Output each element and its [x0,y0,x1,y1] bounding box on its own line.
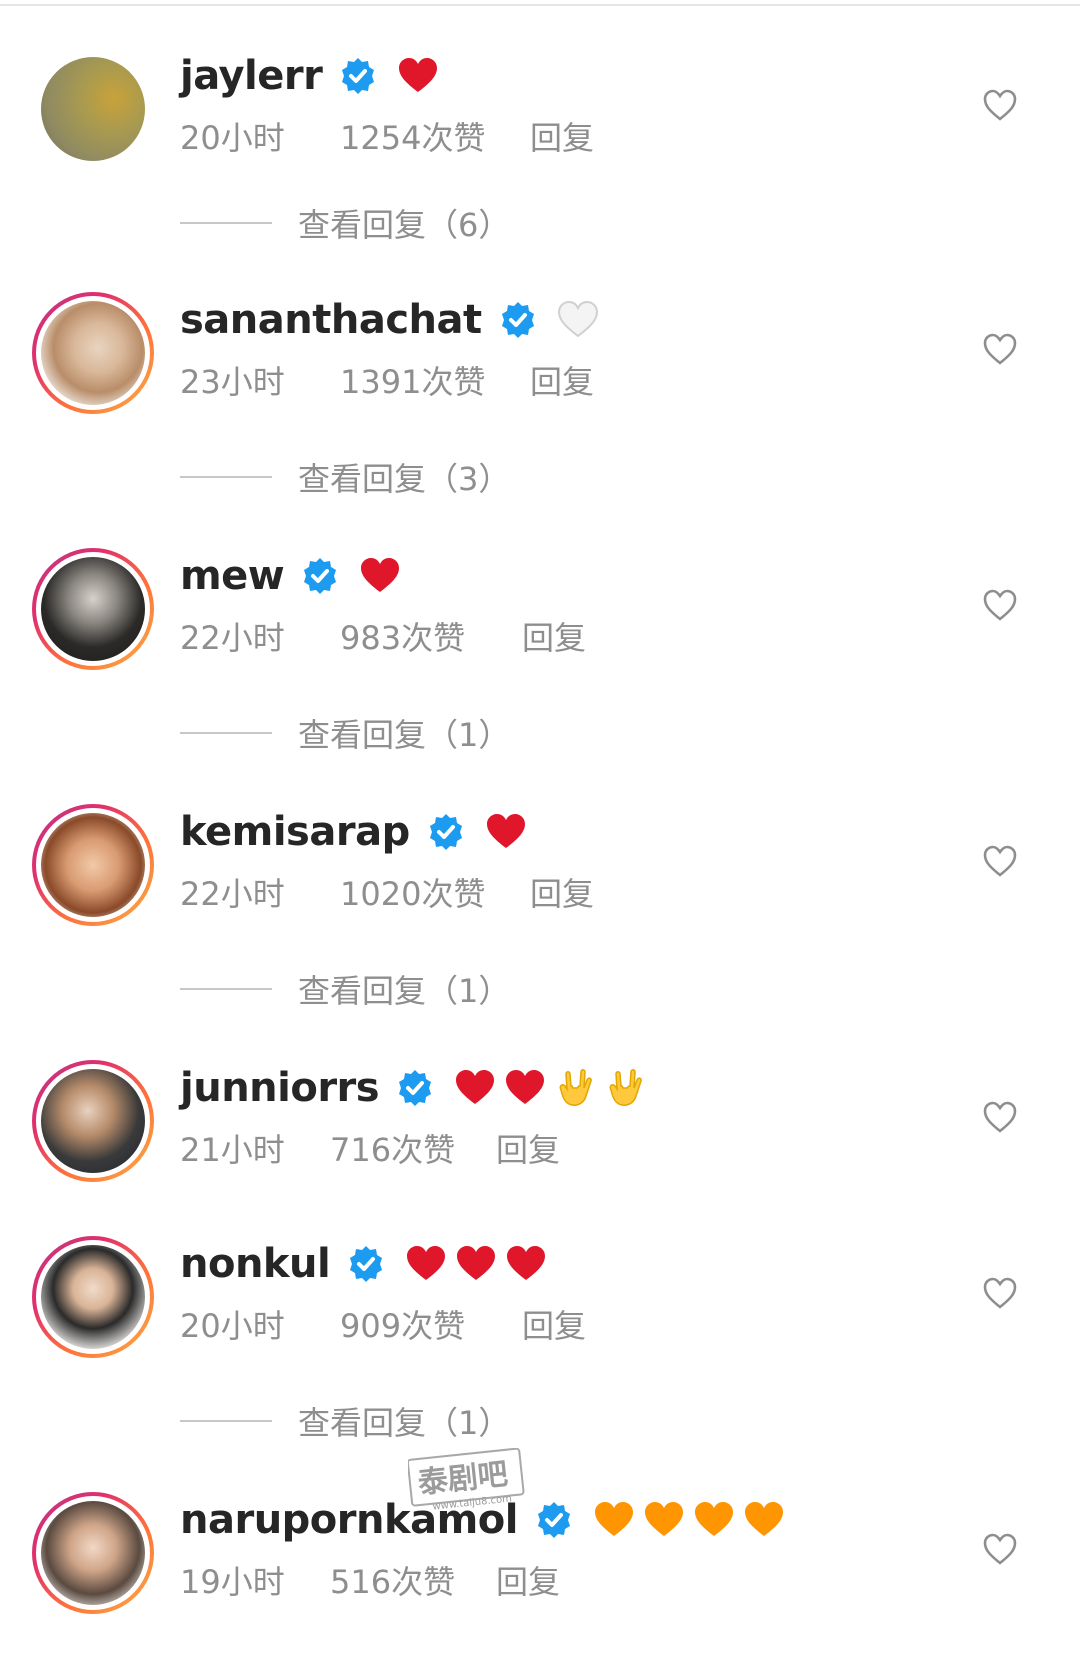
avatar[interactable] [32,548,154,670]
avatar-photo [41,1501,145,1605]
username[interactable]: nonkul [180,1241,331,1287]
username[interactable]: junniorrs [180,1065,380,1111]
view-replies-button[interactable]: 查看回复（1） [180,964,510,1014]
white-heart-icon [557,300,598,338]
comment-item: junniorrs 21小时 716次赞 回复 [0,1022,1080,1182]
comment-time: 20小时 [180,1307,285,1345]
reply-button[interactable]: 回复 [522,1301,586,1347]
like-count[interactable]: 1391次赞 [340,357,530,403]
like-count[interactable]: 1254次赞 [340,113,530,159]
username[interactable]: kemisarap [180,809,410,855]
orange-heart-icon [594,1502,633,1536]
avatar[interactable] [32,292,154,414]
red-heart-icon [457,1246,496,1280]
view-replies-label[interactable]: 查看回复（1） [298,966,510,1012]
username[interactable]: jaylerr [180,53,323,99]
comment-item: sananthachat 23小时 1391次赞 回复 [0,254,1080,414]
watermark-logo: 泰剧吧 www.taiju8.com [408,1448,525,1512]
view-replies-button[interactable]: 查看回复（1） [180,708,510,758]
red-heart-icon [399,58,438,92]
love-you-gesture-icon [609,1069,642,1106]
red-heart-icon [361,558,400,592]
comment-item: jaylerr 20小时 1254次赞 回复 [0,10,1080,161]
like-count[interactable]: 516次赞 [330,1557,496,1603]
top-divider [0,4,1080,6]
orange-heart-icon [694,1502,733,1536]
view-replies-label[interactable]: 查看回复（1） [298,710,510,756]
avatar-photo [41,1245,145,1349]
comment-time: 19小时 [180,1563,285,1601]
view-replies-button[interactable]: 查看回复（1） [180,1396,510,1446]
reply-button[interactable]: 回复 [530,113,594,159]
view-replies-button[interactable]: 查看回复（6） [180,198,510,248]
view-replies-line [180,988,272,990]
username[interactable]: mew [180,553,285,599]
like-count[interactable]: 716次赞 [330,1125,496,1171]
comment-time: 22小时 [180,875,285,913]
view-replies-label[interactable]: 查看回复（3） [298,454,510,500]
heart-outline-icon[interactable] [982,332,1018,366]
avatar-photo [41,57,145,161]
view-replies-label[interactable]: 查看回复（1） [298,1398,510,1444]
comment-item: mew 22小时 983次赞 回复 [0,510,1080,670]
avatar[interactable] [32,1060,154,1182]
love-you-gesture-icon [559,1069,592,1106]
avatar[interactable] [32,1492,154,1614]
red-heart-icon [507,1246,546,1280]
view-replies-button[interactable]: 查看回复（3） [180,452,510,502]
red-heart-icon [407,1246,446,1280]
like-count[interactable]: 909次赞 [340,1301,522,1347]
heart-outline-icon[interactable] [982,1100,1018,1134]
heart-outline-icon[interactable] [982,1276,1018,1310]
heart-outline-icon[interactable] [982,844,1018,878]
comment-time: 21小时 [180,1131,285,1169]
verified-badge-icon [429,814,462,850]
like-count[interactable]: 1020次赞 [340,869,530,915]
red-heart-icon [456,1070,495,1104]
like-count[interactable]: 983次赞 [340,613,522,659]
reply-button[interactable]: 回复 [496,1557,560,1603]
verified-badge-icon [537,1502,570,1538]
comment-time: 20小时 [180,119,285,157]
view-replies-line [180,1420,272,1422]
avatar-photo [41,557,145,661]
avatar[interactable] [32,48,154,170]
verified-badge-icon [342,58,375,94]
comment-time: 23小时 [180,363,285,401]
reply-button[interactable]: 回复 [496,1125,560,1171]
red-heart-icon [486,814,525,848]
view-replies-line [180,476,272,478]
heart-outline-icon[interactable] [982,1532,1018,1566]
verified-badge-icon [350,1246,383,1282]
username[interactable]: sananthachat [180,297,482,343]
verified-badge-icon [399,1070,432,1106]
red-heart-icon [506,1070,545,1104]
reply-button[interactable]: 回复 [530,869,594,915]
orange-heart-icon [644,1502,683,1536]
view-replies-line [180,222,272,224]
reply-button[interactable]: 回复 [522,613,586,659]
comment-item: narupornkamol 19小时 516次赞 回复 [0,1454,1080,1614]
avatar-photo [41,1069,145,1173]
avatar-photo [41,813,145,917]
avatar[interactable] [32,1236,154,1358]
heart-outline-icon[interactable] [982,88,1018,122]
comment-item: nonkul 20小时 909次赞 回复 [0,1198,1080,1358]
reply-button[interactable]: 回复 [530,357,594,403]
orange-heart-icon [744,1502,783,1536]
heart-outline-icon[interactable] [982,588,1018,622]
avatar-photo [41,301,145,405]
view-replies-line [180,732,272,734]
comment-time: 22小时 [180,619,285,657]
comment-item: kemisarap 22小时 1020次赞 回复 [0,766,1080,926]
verified-badge-icon [501,302,534,338]
verified-badge-icon [304,558,337,594]
view-replies-label[interactable]: 查看回复（6） [298,200,510,246]
avatar[interactable] [32,804,154,926]
